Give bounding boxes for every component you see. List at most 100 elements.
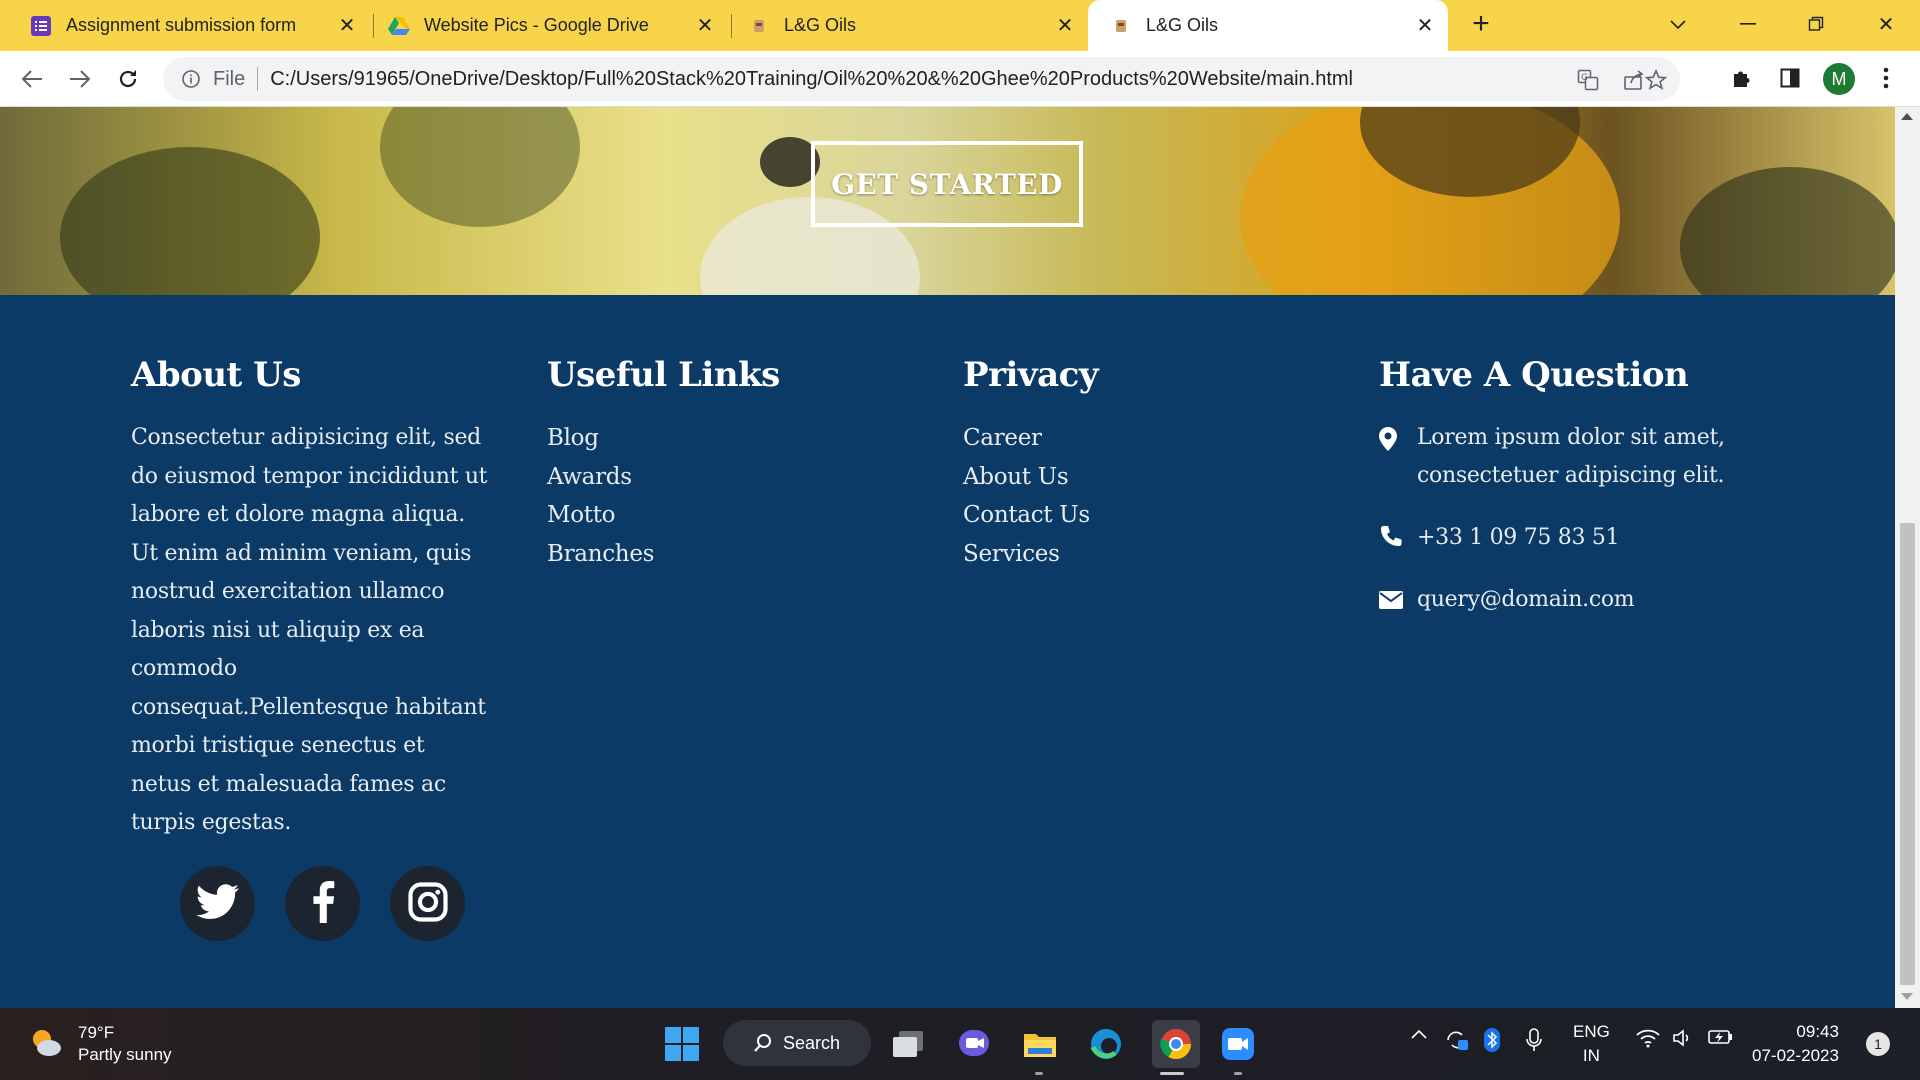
close-tab-icon[interactable]: ✕ — [334, 12, 360, 38]
show-hidden-icons-chevron-icon[interactable] — [1410, 1028, 1428, 1040]
tab-title: L&G Oils — [784, 15, 857, 35]
language-indicator[interactable]: ENG IN — [1573, 1020, 1610, 1068]
footer-link-blog[interactable]: Blog — [547, 419, 780, 458]
hero-foliage — [380, 107, 580, 227]
site-favicon — [748, 15, 770, 37]
tab-lg-oils-1[interactable]: L&G Oils ✕ — [720, 0, 1088, 51]
restore-icon[interactable] — [1796, 6, 1836, 42]
url-text[interactable]: C:/Users/91965/OneDrive/Desktop/Full%20S… — [270, 68, 1353, 91]
instagram-button[interactable] — [390, 866, 465, 941]
twitter-icon — [195, 883, 240, 924]
volume-icon[interactable] — [1672, 1028, 1694, 1048]
footer-link-about-us[interactable]: About Us — [963, 458, 1098, 497]
running-indicator — [1160, 1072, 1184, 1075]
forms-icon — [30, 15, 52, 37]
contact-email: query@domain.com — [1379, 581, 1737, 619]
back-arrow-icon[interactable] — [16, 63, 48, 95]
address-bar[interactable]: File C:/Users/91965/OneDrive/Desktop/Ful… — [163, 57, 1680, 101]
partly-sunny-icon — [28, 1026, 64, 1063]
close-tab-icon[interactable]: ✕ — [1412, 12, 1438, 38]
google-drive-icon — [388, 15, 410, 37]
tab-title: Assignment submission form — [66, 15, 297, 35]
address-text: Lorem ipsum dolor sit amet, consectetuer… — [1417, 425, 1725, 488]
file-explorer-icon[interactable] — [1020, 1024, 1060, 1064]
site-footer: About Us Consectetur adipisicing elit, s… — [0, 295, 1895, 1008]
instagram-icon — [407, 881, 449, 927]
extensions-puzzle-icon[interactable] — [1726, 62, 1758, 94]
reload-icon[interactable] — [112, 63, 144, 95]
side-panel-icon[interactable] — [1774, 62, 1806, 94]
footer-question-column: Have A Question Lorem ipsum dolor sit am… — [1379, 355, 1737, 643]
scroll-down-arrow-icon[interactable] — [1901, 993, 1913, 1000]
svg-text:G: G — [1581, 73, 1588, 83]
get-started-button[interactable]: GET STARTED — [811, 141, 1083, 227]
question-heading: Have A Question — [1379, 355, 1689, 395]
windows-start-icon[interactable] — [662, 1024, 702, 1064]
email-text[interactable]: query@domain.com — [1417, 581, 1635, 619]
battery-charging-icon[interactable] — [1708, 1028, 1734, 1046]
menu-kebab-icon[interactable] — [1870, 62, 1902, 94]
lang-line1: ENG — [1573, 1022, 1610, 1041]
page-viewport: GET STARTED About Us Consectetur adipisi… — [0, 107, 1895, 1008]
notification-badge[interactable]: 1 — [1866, 1032, 1890, 1056]
taskbar: 79°F Partly sunny Search ENG IN 09:43 07… — [0, 1008, 1920, 1080]
task-view-icon[interactable] — [888, 1024, 928, 1064]
bluetooth-icon[interactable] — [1484, 1028, 1500, 1052]
scrollbar-thumb[interactable] — [1900, 523, 1915, 985]
edge-browser-icon[interactable] — [1086, 1024, 1126, 1064]
phone-icon — [1379, 519, 1417, 553]
close-tab-icon[interactable]: ✕ — [692, 12, 718, 38]
zoom-app-icon[interactable] — [1218, 1024, 1258, 1064]
running-indicator — [1035, 1072, 1043, 1075]
new-tab-button[interactable]: + — [1466, 9, 1496, 40]
contact-phone: +33 1 09 75 83 51 — [1379, 519, 1737, 557]
search-label: Search — [783, 1032, 841, 1053]
scroll-up-arrow-icon[interactable] — [1901, 113, 1913, 120]
system-clock[interactable]: 09:43 07-02-2023 — [1752, 1020, 1839, 1068]
footer-privacy-column: Privacy Career About Us Contact Us Servi… — [963, 355, 1099, 574]
footer-link-career[interactable]: Career — [963, 419, 1098, 458]
teams-chat-icon[interactable] — [954, 1024, 994, 1064]
search-icon — [754, 1034, 771, 1052]
about-text: Consectetur adipisicing elit, sed do eiu… — [131, 425, 488, 835]
translate-icon[interactable]: G — [1575, 67, 1601, 93]
clock-time: 09:43 — [1796, 1022, 1839, 1041]
weather-widget[interactable]: 79°F Partly sunny — [28, 1022, 172, 1066]
site-info-icon[interactable] — [179, 67, 203, 91]
tab-lg-oils-active[interactable]: L&G Oils ✕ — [1088, 0, 1448, 51]
tab-google-drive[interactable]: Website Pics - Google Drive ✕ — [360, 0, 732, 51]
close-tab-icon[interactable]: ✕ — [1052, 12, 1078, 38]
close-window-icon[interactable]: ✕ — [1866, 6, 1906, 42]
map-marker-icon — [1379, 419, 1417, 455]
tab-title: L&G Oils — [1146, 15, 1219, 35]
weather-condition: Partly sunny — [78, 1045, 172, 1064]
footer-link-branches[interactable]: Branches — [547, 535, 780, 574]
footer-link-services[interactable]: Services — [963, 535, 1098, 574]
social-links — [180, 866, 465, 941]
taskbar-search[interactable]: Search — [723, 1020, 871, 1066]
facebook-button[interactable] — [285, 866, 360, 941]
minimize-icon[interactable] — [1728, 6, 1768, 42]
sync-icon[interactable] — [1444, 1028, 1470, 1052]
phone-text[interactable]: +33 1 09 75 83 51 — [1417, 519, 1620, 557]
running-indicator — [1234, 1072, 1242, 1075]
browser-toolbar: File C:/Users/91965/OneDrive/Desktop/Ful… — [0, 51, 1920, 107]
contact-address: Lorem ipsum dolor sit amet, consectetuer… — [1379, 419, 1737, 495]
twitter-button[interactable] — [180, 866, 255, 941]
chrome-taskbar-button[interactable] — [1152, 1020, 1200, 1068]
weather-temp: 79°F — [78, 1023, 115, 1042]
forward-arrow-icon[interactable] — [64, 63, 96, 95]
tab-assignment-form[interactable]: Assignment submission form ✕ — [0, 0, 372, 51]
profile-avatar[interactable]: M — [1823, 63, 1855, 95]
footer-link-motto[interactable]: Motto — [547, 496, 780, 535]
page-scrollbar[interactable] — [1895, 107, 1920, 1008]
bookmark-star-icon[interactable] — [1643, 67, 1669, 93]
footer-link-awards[interactable]: Awards — [547, 458, 780, 497]
microphone-icon[interactable] — [1526, 1028, 1542, 1052]
site-favicon — [1110, 15, 1132, 37]
wifi-icon[interactable] — [1636, 1028, 1660, 1048]
footer-useful-links-column: Useful Links Blog Awards Motto Branches — [547, 355, 780, 573]
tab-search-chevron-icon[interactable] — [1658, 6, 1698, 42]
footer-link-contact-us[interactable]: Contact Us — [963, 496, 1098, 535]
lang-line2: IN — [1582, 1046, 1600, 1065]
